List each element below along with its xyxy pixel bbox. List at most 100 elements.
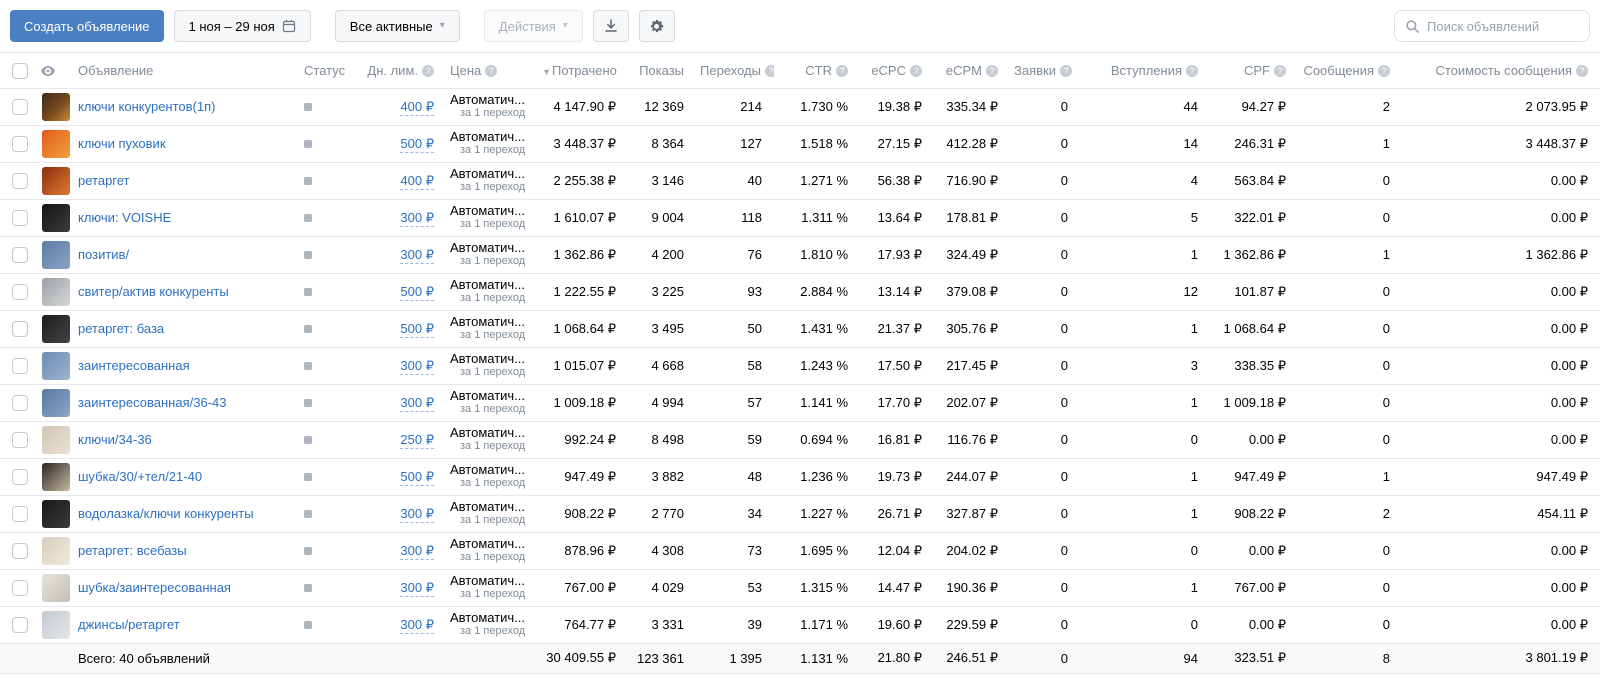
ad-name-link[interactable]: заинтересованная: [78, 358, 190, 373]
ad-name-link[interactable]: ключи пуховик: [78, 136, 166, 151]
select-all-checkbox[interactable]: [12, 63, 28, 79]
daily-limit-value[interactable]: 300 ₽: [400, 617, 434, 634]
help-icon[interactable]: ?: [1186, 65, 1198, 77]
row-checkbox[interactable]: [12, 247, 28, 263]
column-header-cpf[interactable]: CPF?: [1210, 53, 1298, 89]
leads-value: 0: [1010, 347, 1080, 384]
help-icon[interactable]: ?: [986, 65, 998, 77]
ad-thumbnail[interactable]: [42, 611, 70, 639]
search-input[interactable]: [1427, 19, 1579, 34]
column-header-ecpc[interactable]: eCPC?: [860, 53, 934, 89]
ad-name-link[interactable]: ретаргет: база: [78, 321, 164, 336]
ad-thumbnail[interactable]: [42, 167, 70, 195]
daily-limit-value[interactable]: 400 ₽: [400, 99, 434, 116]
daily-limit-value[interactable]: 250 ₽: [400, 432, 434, 449]
row-checkbox[interactable]: [12, 321, 28, 337]
ad-name-link[interactable]: водолазка/ключи конкуренты: [78, 506, 254, 521]
ad-thumbnail[interactable]: [42, 463, 70, 491]
clicks-value: 40: [696, 162, 774, 199]
ad-thumbnail[interactable]: [42, 426, 70, 454]
search-box[interactable]: [1394, 10, 1590, 42]
ad-name-link[interactable]: ключи/34-36: [78, 432, 152, 447]
column-header-price[interactable]: Цена?: [446, 53, 540, 89]
ad-thumbnail[interactable]: [42, 500, 70, 528]
ad-thumbnail[interactable]: [42, 537, 70, 565]
ad-name-link[interactable]: ключи конкурентов(1п): [78, 99, 215, 114]
row-checkbox[interactable]: [12, 210, 28, 226]
daily-limit-value[interactable]: 500 ₽: [400, 284, 434, 301]
daily-limit-value[interactable]: 500 ₽: [400, 136, 434, 153]
help-icon[interactable]: ?: [910, 65, 922, 77]
ad-name-link[interactable]: заинтересованная/36-43: [78, 395, 226, 410]
ad-name-link[interactable]: ретаргет: всебазы: [78, 543, 187, 558]
daily-limit-value[interactable]: 300 ₽: [400, 358, 434, 375]
daily-limit-value[interactable]: 500 ₽: [400, 321, 434, 338]
actions-dropdown[interactable]: Действия ▾: [484, 10, 583, 42]
column-header-ecpm[interactable]: eCPM?: [934, 53, 1010, 89]
status-filter-dropdown[interactable]: Все активные ▾: [335, 10, 460, 42]
help-icon[interactable]: ?: [1576, 65, 1588, 77]
create-ad-button[interactable]: Создать объявление: [10, 10, 164, 42]
column-header-clicks[interactable]: Переходы?: [696, 53, 774, 89]
daily-limit-value[interactable]: 300 ₽: [400, 210, 434, 227]
joins-value: 0: [1080, 606, 1210, 643]
row-checkbox[interactable]: [12, 284, 28, 300]
column-header-messages[interactable]: Сообщения?: [1298, 53, 1402, 89]
row-checkbox[interactable]: [12, 173, 28, 189]
daily-limit-value[interactable]: 300 ₽: [400, 247, 434, 264]
ad-thumbnail[interactable]: [42, 204, 70, 232]
daily-limit-value[interactable]: 300 ₽: [400, 395, 434, 412]
ad-name-link[interactable]: шубка/30/+тел/21-40: [78, 469, 202, 484]
messages-value: 0: [1298, 421, 1402, 458]
column-header-daily-limit[interactable]: Дн. лим.?: [362, 53, 446, 89]
row-checkbox[interactable]: [12, 617, 28, 633]
ad-thumbnail[interactable]: [42, 574, 70, 602]
settings-button[interactable]: [639, 10, 675, 42]
ad-thumbnail[interactable]: [42, 352, 70, 380]
row-checkbox[interactable]: [12, 358, 28, 374]
row-checkbox[interactable]: [12, 99, 28, 115]
row-checkbox[interactable]: [12, 543, 28, 559]
ad-thumbnail[interactable]: [42, 315, 70, 343]
column-header-views[interactable]: Показы: [628, 53, 696, 89]
daily-limit-value[interactable]: 400 ₽: [400, 173, 434, 190]
ad-thumbnail[interactable]: [42, 130, 70, 158]
column-header-ad[interactable]: Объявление: [74, 53, 296, 89]
daily-limit-value[interactable]: 300 ₽: [400, 506, 434, 523]
help-icon[interactable]: ?: [1274, 65, 1286, 77]
help-icon[interactable]: ?: [1378, 65, 1390, 77]
row-checkbox[interactable]: [12, 432, 28, 448]
ad-name-link[interactable]: позитив/: [78, 247, 129, 262]
ad-name-link[interactable]: джинсы/ретаргет: [78, 617, 180, 632]
column-header-status[interactable]: Статус: [296, 53, 362, 89]
column-header-ctr[interactable]: CTR?: [774, 53, 860, 89]
ad-thumbnail[interactable]: [42, 389, 70, 417]
row-checkbox[interactable]: [12, 136, 28, 152]
column-header-spent[interactable]: ▾Потрачено: [540, 53, 628, 89]
row-checkbox[interactable]: [12, 506, 28, 522]
export-button[interactable]: [593, 10, 629, 42]
ad-name-link[interactable]: ключи: VOISHE: [78, 210, 171, 225]
help-icon[interactable]: ?: [836, 65, 848, 77]
row-checkbox[interactable]: [12, 469, 28, 485]
help-icon[interactable]: ?: [485, 65, 497, 77]
ad-thumbnail[interactable]: [42, 241, 70, 269]
help-icon[interactable]: ?: [422, 65, 434, 77]
help-icon[interactable]: ?: [765, 65, 774, 77]
daily-limit-value[interactable]: 300 ₽: [400, 543, 434, 560]
daily-limit-value[interactable]: 300 ₽: [400, 580, 434, 597]
column-header-message-cost[interactable]: Стоимость сообщения?: [1402, 53, 1600, 89]
ad-name-link[interactable]: свитер/актив конкуренты: [78, 284, 229, 299]
visibility-column-header[interactable]: [36, 53, 74, 89]
ad-thumbnail[interactable]: [42, 278, 70, 306]
column-header-leads[interactable]: Заявки?: [1010, 53, 1080, 89]
ad-thumbnail[interactable]: [42, 93, 70, 121]
row-checkbox[interactable]: [12, 395, 28, 411]
help-icon[interactable]: ?: [1060, 65, 1072, 77]
row-checkbox[interactable]: [12, 580, 28, 596]
daily-limit-value[interactable]: 500 ₽: [400, 469, 434, 486]
ad-name-link[interactable]: ретаргет: [78, 173, 130, 188]
date-range-button[interactable]: 1 ноя – 29 ноя: [174, 10, 311, 42]
column-header-joins[interactable]: Вступления?: [1080, 53, 1210, 89]
ad-name-link[interactable]: шубка/заинтересованная: [78, 580, 231, 595]
